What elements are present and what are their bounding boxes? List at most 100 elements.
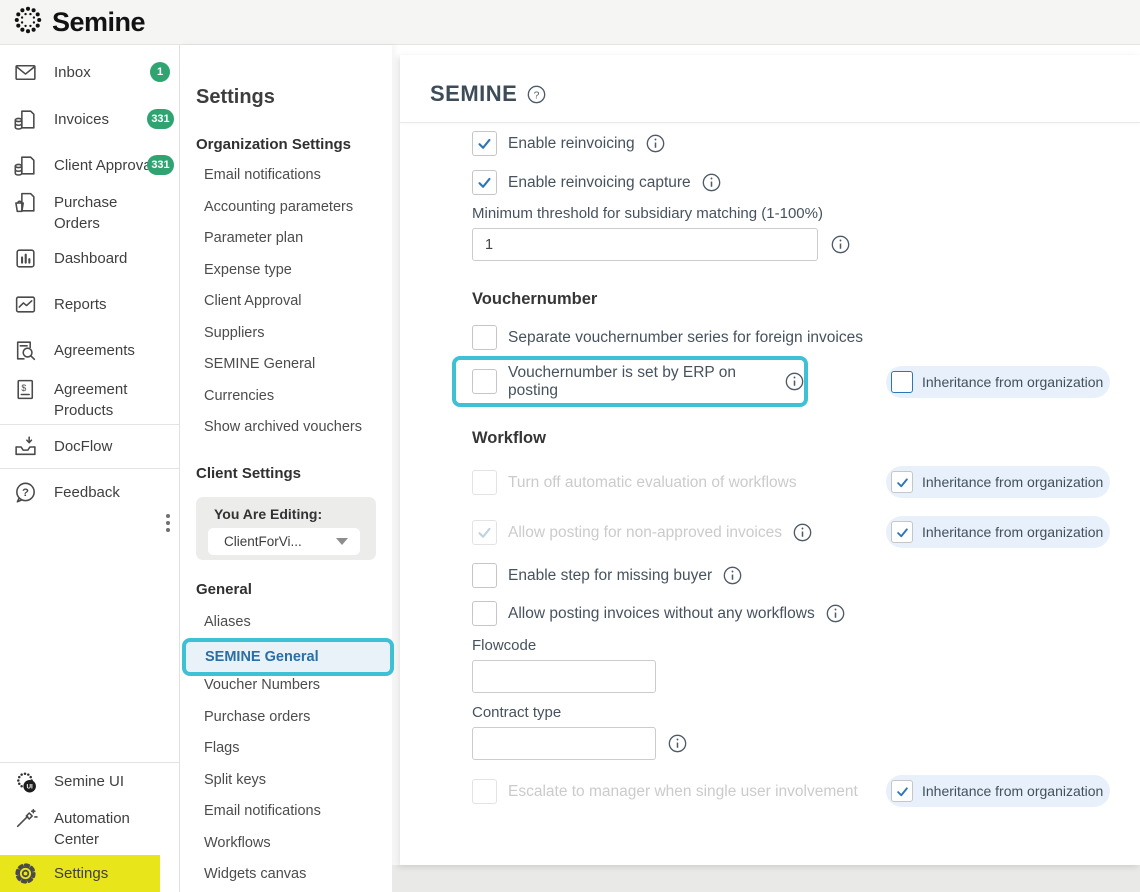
invoices-icon xyxy=(13,107,38,132)
info-icon[interactable] xyxy=(826,604,845,623)
nav-item-parameter-plan[interactable]: Parameter plan xyxy=(204,230,303,246)
card-title-row: SEMINE ? xyxy=(430,81,546,107)
contract-type-label: Contract type xyxy=(472,704,561,721)
agreement-products-icon: $ xyxy=(13,377,38,402)
enable-reinvoicing-checkbox[interactable] xyxy=(472,131,497,156)
sidebar-item-label: Feedback xyxy=(54,480,156,503)
sidebar-item-label: Reports xyxy=(54,292,156,315)
dashboard-icon xyxy=(13,246,38,271)
sidebar-item-automation-center[interactable]: Automation Center xyxy=(0,806,156,850)
sidebar-item-purchase-orders[interactable]: Purchase Orders xyxy=(0,190,156,234)
invoices-count-badge: 331 xyxy=(147,109,174,129)
sidebar-item-semine-ui[interactable]: UI Semine UI xyxy=(0,769,156,794)
separate-series-checkbox[interactable] xyxy=(472,325,497,350)
svg-text:?: ? xyxy=(534,90,540,101)
general-heading: General xyxy=(196,581,252,598)
sidebar-item-settings[interactable]: Settings xyxy=(0,861,156,886)
inheritance-checkbox[interactable] xyxy=(891,471,913,493)
sidebar-item-dashboard[interactable]: Dashboard xyxy=(0,246,156,271)
sidebar-item-label: Purchase Orders xyxy=(54,190,156,234)
nav-item-client-approval[interactable]: Client Approval xyxy=(204,293,302,309)
sidebar-divider xyxy=(0,424,179,425)
inheritance-checkbox[interactable] xyxy=(891,780,913,802)
info-icon[interactable] xyxy=(831,235,850,254)
sidebar-item-label: Inbox xyxy=(54,60,156,83)
sidebar-item-docflow[interactable]: DocFlow xyxy=(0,434,156,459)
active-nav-label: SEMINE General xyxy=(205,649,319,665)
sidebar-item-client-approval[interactable]: Client Approval xyxy=(0,153,156,178)
svg-text:?: ? xyxy=(22,487,29,499)
without-workflows-checkbox[interactable] xyxy=(472,601,497,626)
sidebar-item-feedback[interactable]: ? Feedback xyxy=(0,480,156,505)
missing-buyer-row: Enable step for missing buyer xyxy=(472,563,742,588)
nav-item-aliases[interactable]: Aliases xyxy=(204,614,251,630)
info-icon[interactable] xyxy=(785,372,804,391)
info-icon[interactable] xyxy=(668,734,687,753)
flowcode-input[interactable] xyxy=(472,660,656,693)
nav-item-workflows[interactable]: Workflows xyxy=(204,835,271,851)
nav-item-semine-general-active[interactable]: SEMINE General xyxy=(182,638,394,676)
you-are-editing-label: You Are Editing: xyxy=(214,506,322,522)
nav-item-email-notifications-client[interactable]: Email notifications xyxy=(204,803,321,819)
sidebar-kebab-menu[interactable] xyxy=(166,514,170,532)
sidebar-item-label: Settings xyxy=(54,861,156,884)
sidebar-item-agreements[interactable]: Agreements xyxy=(0,338,156,363)
nav-item-voucher-numbers[interactable]: Voucher Numbers xyxy=(204,677,320,693)
logo-text: Semine xyxy=(52,7,145,38)
sidebar-item-invoices[interactable]: Invoices xyxy=(0,107,156,132)
erp-posting-highlight-box: Vouchernumber is set by ERP on posting xyxy=(452,356,808,407)
nav-item-email-notifications-org[interactable]: Email notifications xyxy=(204,167,321,183)
sidebar-divider xyxy=(0,468,179,469)
sidebar-item-reports[interactable]: Reports xyxy=(0,292,156,317)
inheritance-checkbox[interactable] xyxy=(891,521,913,543)
enable-reinvoicing-row: Enable reinvoicing xyxy=(472,131,665,156)
semine-ui-icon: UI xyxy=(13,769,38,794)
enable-reinvoicing-capture-checkbox[interactable] xyxy=(472,170,497,195)
min-threshold-input[interactable] xyxy=(472,228,818,261)
checkbox-label: Vouchernumber is set by ERP on posting xyxy=(508,364,774,400)
automation-wand-icon xyxy=(13,806,38,831)
sidebar-item-inbox[interactable]: Inbox xyxy=(0,60,156,85)
nav-item-purchase-orders[interactable]: Purchase orders xyxy=(204,709,310,725)
sidebar: Inbox 1 Invoices 331 Client Approval 331… xyxy=(0,45,180,892)
sidebar-item-label: Agreements xyxy=(54,338,156,361)
client-approval-count-badge: 331 xyxy=(147,155,174,175)
nav-item-show-archived-vouchers[interactable]: Show archived vouchers xyxy=(204,419,362,435)
sidebar-item-label: Semine UI xyxy=(54,769,156,792)
purchase-orders-icon xyxy=(13,190,38,215)
top-header-bar: Semine xyxy=(0,0,1140,45)
check-icon xyxy=(895,784,910,799)
reports-icon xyxy=(13,292,38,317)
client-select-dropdown[interactable]: ClientForVi... xyxy=(208,528,360,555)
nav-item-semine-general-org[interactable]: SEMINE General xyxy=(204,356,315,372)
checkbox-label: Turn off automatic evaluation of workflo… xyxy=(508,474,797,492)
nav-item-flags[interactable]: Flags xyxy=(204,740,239,756)
info-icon[interactable] xyxy=(702,173,721,192)
missing-buyer-checkbox[interactable] xyxy=(472,563,497,588)
semine-logo[interactable]: Semine xyxy=(12,4,145,41)
checkbox-label: Enable reinvoicing capture xyxy=(508,174,691,192)
nav-item-expense-type[interactable]: Expense type xyxy=(204,262,292,278)
turn-off-auto-eval-row: Turn off automatic evaluation of workflo… xyxy=(472,470,797,495)
separate-series-row: Separate vouchernumber series for foreig… xyxy=(472,325,863,350)
page-title: SEMINE xyxy=(430,81,517,107)
info-icon[interactable] xyxy=(646,134,665,153)
feedback-icon: ? xyxy=(13,480,38,505)
nav-item-widgets-canvas[interactable]: Widgets canvas xyxy=(204,866,306,882)
nav-item-split-keys[interactable]: Split keys xyxy=(204,772,266,788)
docflow-icon xyxy=(13,434,38,459)
checkbox-label: Enable reinvoicing xyxy=(508,135,635,153)
you-are-editing-box: You Are Editing: ClientForVi... xyxy=(196,497,376,560)
erp-posting-checkbox[interactable] xyxy=(472,369,497,394)
gear-icon xyxy=(13,861,38,886)
contract-type-input[interactable] xyxy=(472,727,656,760)
sidebar-item-agreement-products[interactable]: $ Agreement Products xyxy=(0,377,156,421)
question-circle-icon[interactable]: ? xyxy=(527,85,546,104)
inheritance-checkbox[interactable] xyxy=(891,371,913,393)
nav-item-currencies[interactable]: Currencies xyxy=(204,388,274,404)
nav-item-accounting-parameters[interactable]: Accounting parameters xyxy=(204,199,353,215)
info-icon[interactable] xyxy=(723,566,742,585)
nav-item-suppliers[interactable]: Suppliers xyxy=(204,325,264,341)
info-icon[interactable] xyxy=(793,523,812,542)
sidebar-item-label: DocFlow xyxy=(54,434,156,457)
